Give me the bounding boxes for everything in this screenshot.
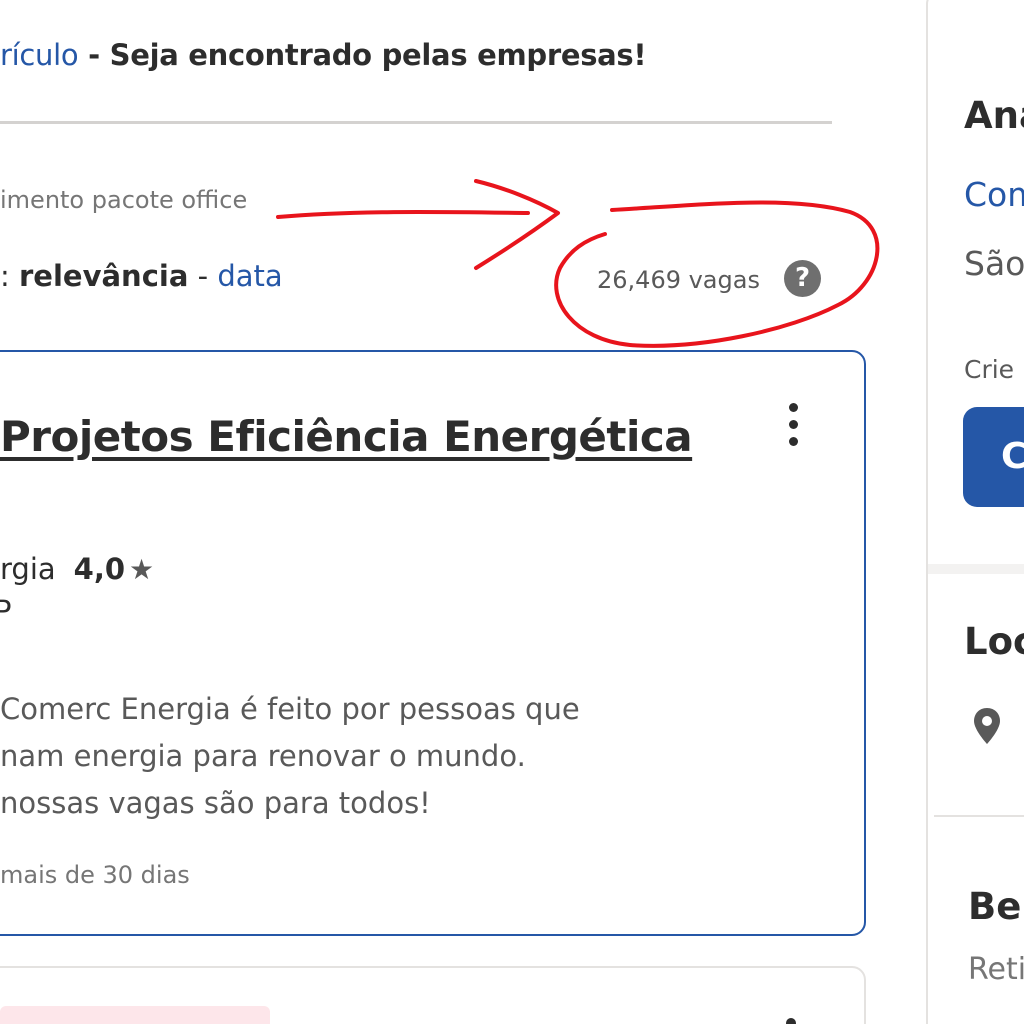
posted-date: mais de 30 dias: [0, 861, 190, 889]
snippet-line: Comerc Energia é feito por pessoas que: [0, 692, 580, 726]
snippet-line: nam energia para renovar o mundo.: [0, 739, 526, 773]
question-circle-icon[interactable]: ?: [784, 260, 821, 297]
divider: [0, 121, 832, 124]
detail-benefits-heading: Be: [968, 885, 1022, 928]
job-count: 26,469 vagas: [597, 266, 760, 294]
apply-button[interactable]: C: [963, 407, 1024, 507]
detail-job-title: Ana: [964, 94, 1024, 137]
detail-location-heading: Loc: [964, 620, 1024, 663]
page: rículo - Seja encontrado pelas empresas!…: [0, 0, 1024, 1024]
divider: [928, 564, 1024, 574]
annotation-arrow: [276, 209, 530, 219]
banner-text: - Seja encontrado pelas empresas!: [78, 38, 647, 72]
company-rating: 4,0: [73, 552, 126, 586]
detail-create-text: Crie u: [964, 355, 1024, 384]
detail-company-link[interactable]: Com: [964, 175, 1024, 214]
sort-separator: -: [188, 259, 218, 293]
detail-benefits-text: Reti: [968, 952, 1024, 987]
sort-prefix: :: [0, 259, 19, 293]
star-icon: ★: [129, 553, 155, 586]
kebab-menu-icon[interactable]: [786, 1018, 796, 1024]
annotation-arrowhead: [474, 179, 560, 270]
job-badge: [0, 1006, 270, 1024]
search-term: imento pacote office: [0, 186, 248, 214]
job-detail-panel: [926, 0, 1024, 1024]
job-snippet: Comerc Energia é feito por pessoas que n…: [0, 686, 580, 827]
job-title-link[interactable]: Projetos Eficiência Energética: [0, 412, 693, 461]
divider: [934, 815, 1024, 817]
resume-banner: rículo - Seja encontrado pelas empresas!: [0, 38, 647, 72]
company-row: rgia 4,0 ★: [0, 552, 154, 586]
snippet-line: nossas vagas são para todos!: [0, 786, 431, 820]
sort-date-link[interactable]: data: [217, 259, 282, 293]
detail-location: São: [964, 244, 1024, 283]
sort-options: : relevância - data: [0, 259, 283, 293]
sort-relevance: relevância: [19, 259, 189, 293]
job-location: P: [0, 594, 12, 628]
map-pin-icon: [974, 708, 1000, 744]
company-name: rgia: [0, 552, 56, 586]
kebab-menu-icon[interactable]: [780, 400, 808, 450]
resume-link[interactable]: rículo: [0, 38, 79, 72]
